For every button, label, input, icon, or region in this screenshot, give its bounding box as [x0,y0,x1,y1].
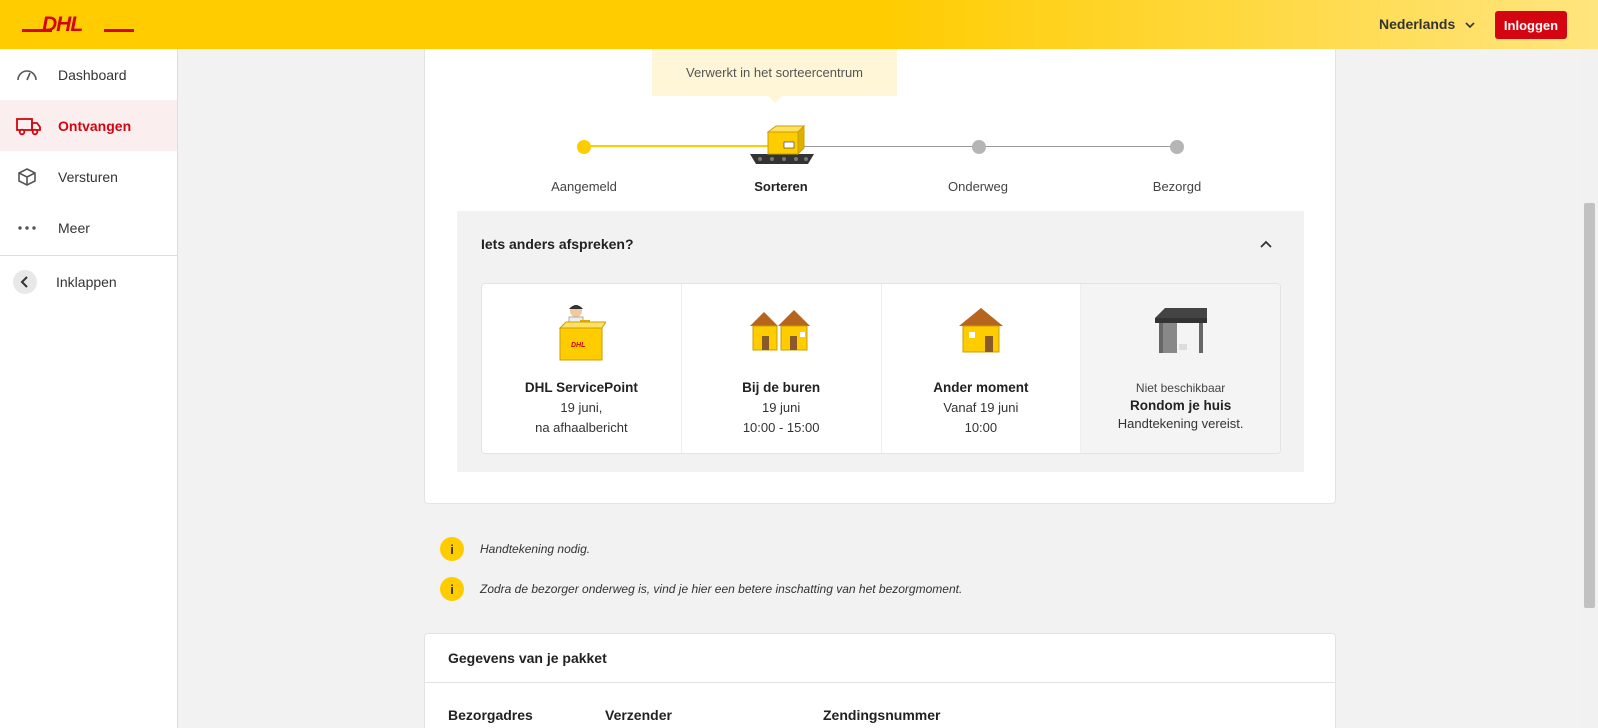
sidebar-collapse-label: Inklappen [56,273,117,290]
option-title: DHL ServicePoint [524,380,638,395]
step-dot-aangemeld [577,140,591,154]
delivery-options-grid: DHL DHL ServicePoint 19 juni, na afhaalb… [481,283,1281,454]
option-title: Ander moment [933,380,1029,395]
option-servicepoint[interactable]: DHL DHL ServicePoint 19 juni, na afhaalb… [482,284,682,453]
column-verzender: Verzender [605,707,672,723]
step-dot-onderweg [972,140,986,154]
notice-text: Zodra de bezorger onderweg is, vind je h… [480,582,963,596]
sidebar-item-label: Ontvangen [58,117,132,134]
delivery-options-title[interactable]: Iets anders afspreken? [481,236,634,252]
option-line1: 19 juni, [560,400,603,415]
sidebar-item-label: Dashboard [58,66,127,83]
step-dot-bezorgd [1170,140,1184,154]
carport-icon [1153,306,1209,359]
option-line2: na afhaalbericht [535,420,628,435]
step-label-sorteren: Sorteren [754,179,808,194]
notice-estimate: i Zodra de bezorger onderweg is, vind je… [440,577,962,601]
sidebar: Dashboard Ontvangen Versturen Meer Inkla… [0,49,178,728]
option-status: Niet beschikbaar [1135,381,1226,395]
sidebar-item-ontvangen[interactable]: Ontvangen [0,100,177,151]
language-label: Nederlands [1379,16,1456,32]
option-neighbours[interactable]: Bij de buren 19 juni 10:00 - 15:00 [682,284,882,453]
column-bezorgadres: Bezorgadres [448,707,533,723]
sidebar-item-dashboard[interactable]: Dashboard [0,49,177,100]
sidebar-item-meer[interactable]: Meer [0,202,177,253]
package-details-title: Gegevens van je pakket [448,650,607,666]
info-icon: i [440,537,464,561]
sorting-conveyor-icon [746,124,818,171]
option-line2: 10:00 - 15:00 [742,420,820,435]
svg-text:DHL: DHL [42,14,82,34]
house-icon [957,306,1005,357]
info-icon: i [440,577,464,601]
option-line1: Handtekening vereist. [1117,416,1244,431]
truck-icon [16,116,41,136]
step-label-onderweg: Onderweg [948,179,1008,194]
option-title: Rondom je huis [1130,398,1232,413]
servicepoint-icon: DHL [556,302,608,367]
step-label-aangemeld: Aangemeld [551,179,617,194]
chevron-up-icon[interactable] [1259,236,1273,254]
column-zendingsnummer: Zendingsnummer [823,707,941,723]
chevron-left-icon [13,270,37,294]
option-other-moment[interactable]: Ander moment Vanaf 19 juni 10:00 [882,284,1082,453]
login-button[interactable]: Inloggen [1495,11,1567,39]
top-bar: DHL Nederlands Inloggen [0,0,1598,49]
notice-signature: i Handtekening nodig. [440,537,590,561]
neighbours-houses-icon [748,308,814,357]
option-title: Bij de buren [742,380,821,395]
step-label-bezorgd: Bezorgd [1152,179,1202,194]
card-divider [425,682,1335,683]
status-tooltip: Verwerkt in het sorteercentrum [652,49,897,103]
svg-text:DHL: DHL [571,342,585,349]
scrollbar-thumb[interactable] [1584,203,1595,608]
notice-text: Handtekening nodig. [480,542,591,556]
more-dots-icon [16,218,38,238]
option-line2: 10:00 [964,420,998,435]
sidebar-item-label: Meer [58,219,90,236]
language-selector[interactable]: Nederlands [1379,16,1475,32]
sidebar-item-versturen[interactable]: Versturen [0,151,177,202]
sidebar-collapse-button[interactable]: Inklappen [0,256,177,307]
gauge-icon [16,65,38,85]
chevron-down-icon [1465,16,1475,32]
option-around-house: Niet beschikbaar Rondom je huis Handteke… [1081,284,1280,453]
package-icon [16,167,38,187]
option-line1: 19 juni [761,400,801,415]
dhl-logo[interactable]: DHL [22,13,134,39]
option-line1: Vanaf 19 juni [943,400,1019,415]
sidebar-item-label: Versturen [58,168,118,185]
